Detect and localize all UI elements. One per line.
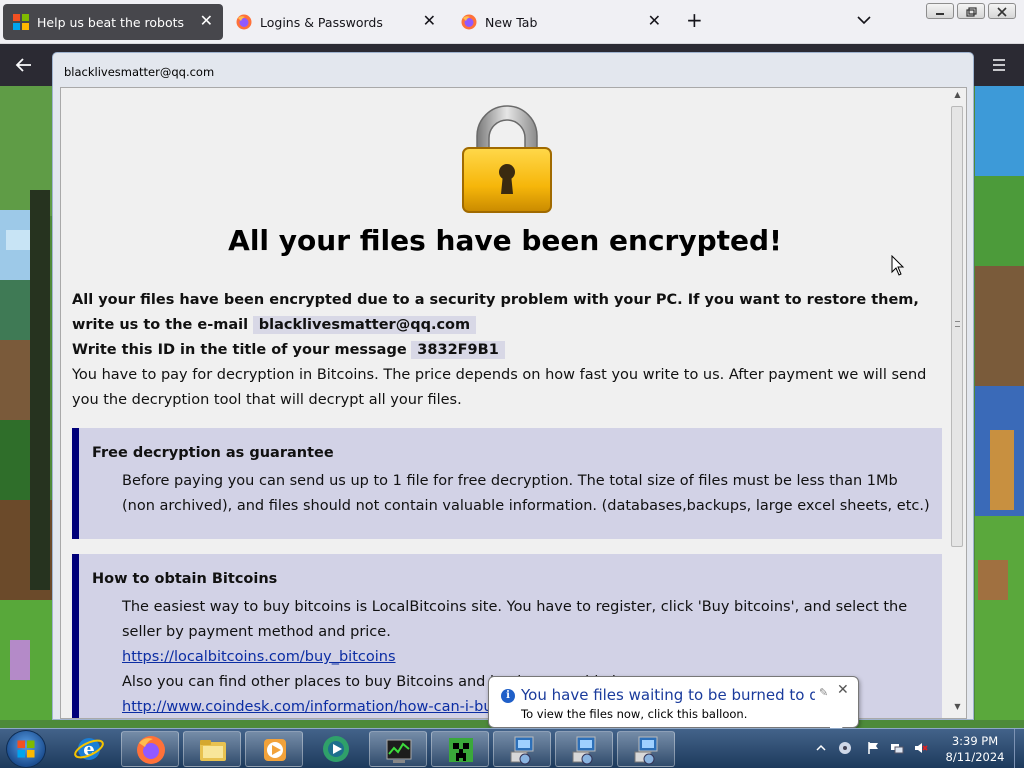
disc-burn-icon[interactable] [838, 741, 852, 755]
clock-time: 3:39 PM [951, 734, 999, 748]
firefox-icon [236, 14, 252, 30]
close-tab-icon[interactable]: ✕ [648, 13, 661, 29]
windows-logo-icon [17, 740, 35, 758]
taskbar: e 3:39 PM 8/11/2024 [0, 728, 1024, 768]
network-computer-icon [572, 736, 596, 765]
minecraft-creeper-icon [449, 738, 473, 762]
close-window-button[interactable] [988, 3, 1016, 19]
close-icon [997, 7, 1007, 17]
firefox-icon [137, 736, 165, 764]
tab-label: Logins & Passwords [260, 14, 383, 30]
network-computer-icon [634, 736, 658, 765]
close-balloon-icon[interactable]: ✕ [837, 682, 849, 698]
intro-text: All your files have been encrypted due t… [72, 292, 919, 333]
taskbar-media-center[interactable] [307, 731, 365, 767]
mouse-cursor-icon [891, 255, 905, 276]
taskbar-clock[interactable]: 3:39 PM 8/11/2024 [940, 733, 1010, 765]
tab-logins-and-passwords[interactable]: Logins & Passwords ✕ [226, 4, 446, 40]
close-tab-icon[interactable]: ✕ [200, 13, 213, 29]
firefox-icon [461, 14, 477, 30]
clock-date: 8/11/2024 [945, 750, 1005, 764]
bitcoins-heading: How to obtain Bitcoins [92, 571, 278, 587]
windows-logo-icon [13, 14, 29, 30]
id-label: Write this ID in the title of your messa… [72, 342, 407, 358]
ransom-note-content: All your files have been encrypted! All … [60, 87, 967, 719]
restore-icon [966, 7, 977, 17]
victim-id: 3832F9B1 [411, 341, 505, 359]
scroll-down-arrow-icon[interactable]: ▼ [949, 700, 966, 714]
scroll-up-arrow-icon[interactable]: ▲ [949, 88, 966, 102]
vertical-scrollbar[interactable]: ▲ ▼ [949, 88, 966, 718]
localbitcoins-link[interactable]: https://localbitcoins.com/buy_bitcoins [122, 649, 396, 665]
minimize-icon [936, 13, 944, 15]
close-tab-icon[interactable]: ✕ [423, 13, 436, 29]
taskbar-file-explorer[interactable] [183, 731, 241, 767]
media-center-icon [323, 736, 349, 762]
payment-paragraph: You have to pay for decryption in Bitcoi… [72, 367, 927, 408]
balloon-text: To view the files now, click this balloo… [521, 707, 748, 721]
tab-label: New Tab [485, 14, 538, 30]
network-computer-icon [510, 736, 534, 765]
balloon-title: You have files waiting to be burned to d… [521, 686, 815, 704]
file-explorer-icon [200, 740, 226, 761]
burn-files-notification-balloon[interactable]: i You have files waiting to be burned to… [488, 676, 859, 741]
tab-help-us-beat-the-robots[interactable]: Help us beat the robots ✕ [3, 4, 223, 40]
taskbar-media-player[interactable] [245, 731, 303, 767]
padlock-icon [462, 105, 552, 213]
id-line: Write this ID in the title of your messa… [72, 338, 942, 363]
grip-icon [955, 321, 960, 327]
taskbar-network-computer-2[interactable] [555, 731, 613, 767]
tab-new-tab[interactable]: New Tab ✕ [451, 4, 671, 40]
internet-explorer-icon: e [74, 738, 104, 760]
bitcoins-text: The easiest way to buy bitcoins is Local… [122, 599, 908, 640]
ransom-headline: All your files have been encrypted! [228, 224, 782, 257]
guarantee-box: Free decryption as guarantee Before payi… [72, 428, 942, 539]
taskbar-internet-explorer[interactable]: e [60, 731, 118, 767]
media-player-icon [264, 739, 286, 761]
contact-email: blacklivesmatter@qq.com [252, 316, 477, 334]
scrollbar-thumb[interactable] [951, 106, 963, 547]
back-arrow-icon[interactable] [14, 55, 34, 75]
guarantee-text: Before paying you can send us up to 1 fi… [122, 473, 930, 514]
restore-button[interactable] [957, 3, 985, 19]
window-title: blacklivesmatter@qq.com [64, 65, 215, 79]
info-icon: i [501, 689, 515, 703]
volume-muted-icon[interactable] [914, 741, 928, 755]
taskbar-firefox[interactable] [121, 731, 179, 767]
task-manager-icon [386, 739, 412, 763]
minimize-button[interactable] [926, 3, 954, 19]
taskbar-task-manager[interactable] [369, 731, 427, 767]
intro-paragraph: All your files have been encrypted due t… [72, 288, 942, 338]
tab-label: Help us beat the robots [37, 14, 185, 30]
chevron-down-icon[interactable] [856, 12, 872, 28]
taskbar-minecraft[interactable] [431, 731, 489, 767]
hamburger-menu-icon[interactable] [991, 57, 1007, 73]
taskbar-network-computer-3[interactable] [617, 731, 675, 767]
show-hidden-icons-icon[interactable] [814, 741, 828, 755]
action-center-flag-icon[interactable] [866, 741, 880, 755]
browser-tab-bar: Help us beat the robots ✕ Logins & Passw… [0, 0, 1024, 44]
guarantee-heading: Free decryption as guarantee [92, 445, 334, 461]
ransom-note-window: blacklivesmatter@qq.com All your files h… [52, 52, 974, 720]
plus-icon[interactable]: + [686, 10, 703, 30]
show-desktop-button[interactable] [1014, 729, 1024, 768]
network-icon[interactable] [890, 741, 904, 755]
start-button[interactable] [6, 730, 46, 768]
options-icon[interactable]: ✎ [819, 686, 828, 699]
taskbar-network-computer-1[interactable] [493, 731, 551, 767]
ransom-message-body: All your files have been encrypted due t… [72, 288, 942, 718]
